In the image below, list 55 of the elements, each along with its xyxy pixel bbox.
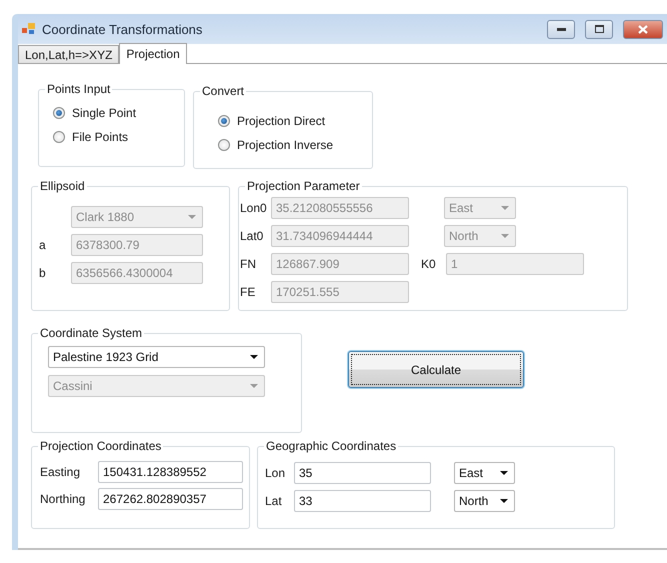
radio-icon[interactable] [53, 107, 65, 119]
text-field[interactable]: 267262.802890357 [98, 488, 243, 510]
maximize-icon [594, 25, 604, 33]
caret-icon [188, 215, 196, 219]
field-label: b [39, 266, 47, 280]
close-icon [638, 24, 648, 34]
caret-icon [501, 234, 509, 238]
radio-icon[interactable] [218, 139, 230, 151]
group-title: Projection Parameter [245, 179, 362, 193]
radio-option[interactable]: Single Point [53, 106, 184, 120]
radio-option[interactable]: Projection Direct [218, 114, 372, 128]
radio-label: Projection Inverse [237, 138, 334, 152]
close-button[interactable] [623, 20, 663, 38]
caret-icon [500, 471, 508, 475]
field-label: a [39, 238, 47, 252]
caret-icon [250, 384, 258, 388]
group-title: Coordinate System [38, 326, 144, 340]
field-label: FN [240, 257, 257, 271]
text-field[interactable]: 33 [294, 490, 431, 512]
field-label: Easting [40, 465, 82, 479]
minimize-icon [556, 28, 566, 30]
field-label: Lon [265, 466, 286, 480]
group-title: Geographic Coordinates [264, 439, 398, 453]
text-field[interactable]: 35 [294, 462, 431, 484]
radio-icon[interactable] [218, 115, 230, 127]
tab[interactable]: Lon,Lat,h=>XYZ [18, 45, 120, 63]
caret-icon [250, 355, 258, 359]
caret-icon [501, 206, 509, 210]
text-field[interactable]: 150431.128389552 [98, 461, 243, 483]
radio-label: Single Point [72, 106, 136, 120]
dropdown[interactable]: East [454, 462, 515, 484]
caret-icon [500, 499, 508, 503]
field-label: FE [240, 285, 256, 299]
field-label: Lat0 [240, 229, 264, 243]
dropdown[interactable]: North [454, 490, 515, 512]
group-title: Points Input [45, 82, 112, 96]
radio-icon[interactable] [53, 131, 65, 143]
dropdown[interactable]: Palestine 1923 Grid [48, 346, 265, 368]
field-label: Lat [265, 494, 283, 508]
radio-option[interactable]: File Points [53, 130, 184, 144]
group-title: Ellipsoid [38, 179, 87, 193]
group-title: Convert [200, 84, 246, 98]
radio-label: Projection Direct [237, 114, 326, 128]
tab[interactable]: Projection [119, 43, 187, 64]
maximize-button[interactable] [585, 20, 613, 38]
window-title: Coordinate Transformations [42, 22, 204, 36]
field-label: K0 [421, 257, 437, 271]
field-label: Northing [40, 492, 86, 506]
radio-option[interactable]: Projection Inverse [218, 138, 372, 152]
group-title: Projection Coordinates [38, 439, 164, 453]
field-label: Lon0 [240, 201, 268, 215]
radio-label: File Points [72, 130, 128, 144]
calculate-button[interactable]: Calculate [348, 351, 524, 388]
app-icon [22, 23, 36, 35]
minimize-button[interactable] [547, 20, 575, 38]
